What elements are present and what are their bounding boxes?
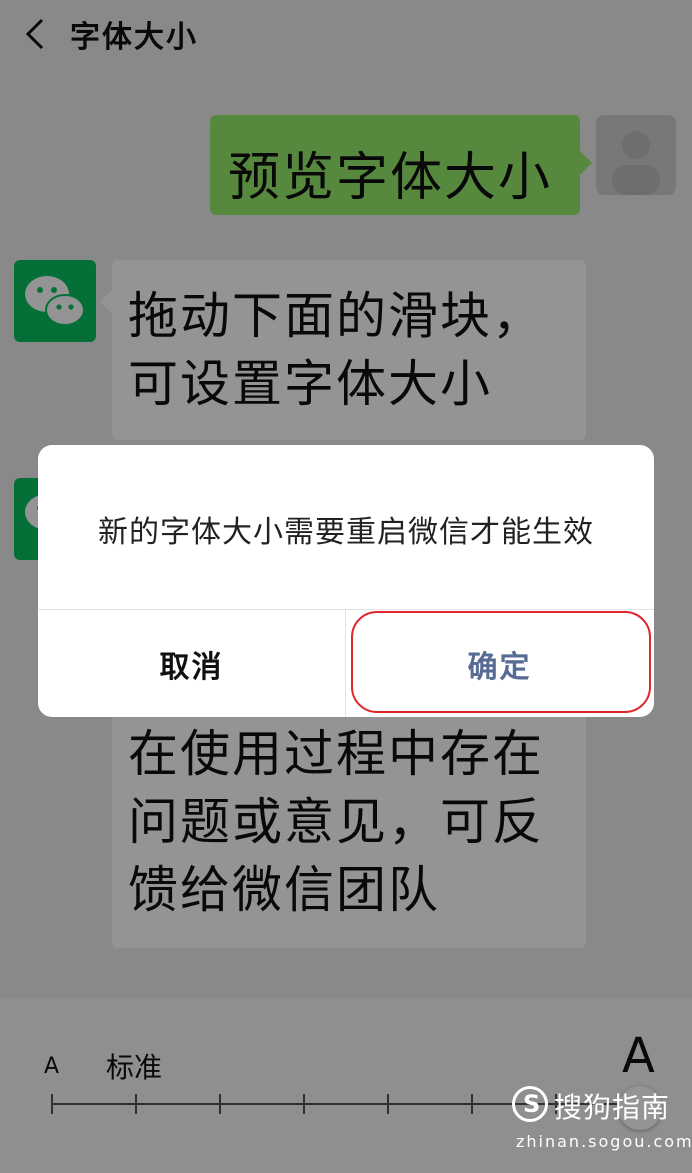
cancel-button[interactable]: 取消: [38, 610, 345, 717]
watermark-url: zhinan.sogou.com: [516, 1132, 692, 1151]
watermark-name: 搜狗指南: [554, 1091, 671, 1124]
highlight-annotation: [351, 611, 651, 713]
logo-letter: S: [523, 1090, 541, 1118]
sogou-logo-icon: S: [512, 1086, 548, 1122]
dialog-message: 新的字体大小需要重启微信才能生效: [98, 515, 594, 550]
